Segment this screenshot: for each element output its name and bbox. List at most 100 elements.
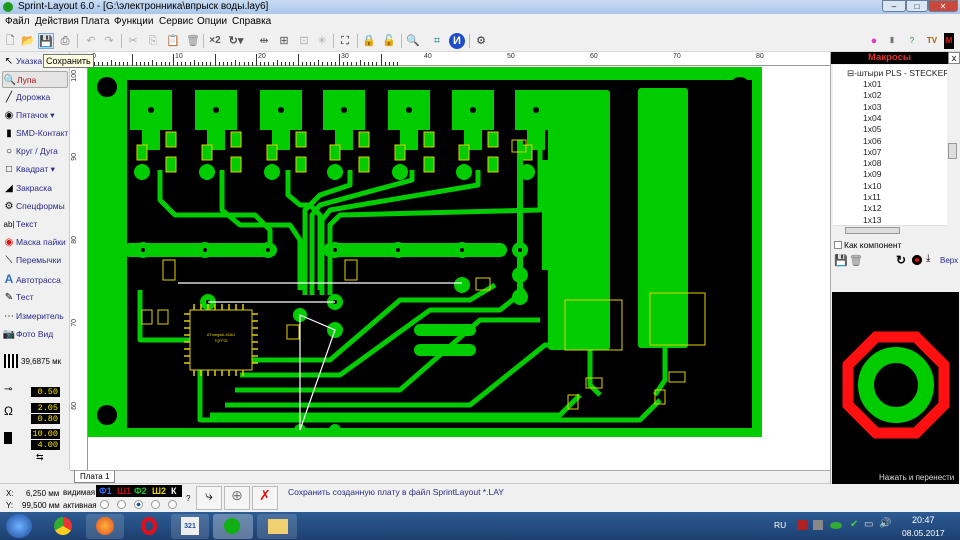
rotate-macro-icon[interactable]: ↻ (896, 253, 906, 267)
top-layer-icon[interactable]: ⤓ (926, 253, 930, 264)
pcb-canvas[interactable]: ATmega8-16AU TQFP32 (88, 66, 830, 470)
layer-f2[interactable]: Ф2 (134, 485, 147, 497)
active-layer-radio-sh1[interactable] (117, 500, 126, 509)
save-macro-icon[interactable]: 💾 (834, 254, 848, 267)
info-icon[interactable]: И (449, 33, 465, 49)
tray-ru-icon[interactable] (813, 520, 823, 530)
tool-fill[interactable]: ◢ Закраска (2, 180, 68, 197)
pad-center-icon[interactable]: ⊕ (224, 486, 250, 510)
swap-icon[interactable]: ⇆ (36, 452, 44, 463)
macro-item[interactable]: 1x07 (863, 147, 881, 157)
macro-item[interactable]: 1x10 (863, 181, 881, 191)
menu-service[interactable]: Сервис (159, 16, 193, 27)
macro-icon[interactable]: M (944, 33, 954, 49)
tool-photo-view[interactable]: 📷Фото Вид (2, 326, 68, 343)
explorer-icon[interactable] (268, 519, 288, 534)
tool-track[interactable]: ╱ Дорожка (2, 89, 68, 106)
chrome-icon[interactable] (54, 517, 72, 535)
lock-icon[interactable]: 🔒 (361, 33, 377, 49)
grid-value[interactable]: 39,6875 мк (21, 357, 61, 366)
tab-board-1[interactable]: Плата 1 (74, 471, 116, 483)
rubberband-off-icon[interactable]: ✗ (252, 486, 278, 510)
delete-macro-icon[interactable]: 🗑 (849, 254, 863, 267)
media-player-icon[interactable]: 321 (181, 517, 199, 535)
crop-icon[interactable]: ⌗ (429, 33, 445, 49)
undo-icon[interactable]: ↶ (83, 33, 99, 49)
pad-outer-field[interactable]: 2.05 (31, 403, 60, 413)
macros-close-button[interactable]: x (948, 52, 960, 64)
macro-item[interactable]: 1x01 (863, 79, 881, 89)
layer-help[interactable]: ? (186, 494, 190, 503)
macro-tree-hscrollbar[interactable] (833, 225, 947, 235)
print-icon[interactable]: ⎙ (57, 33, 73, 49)
help-icon[interactable]: ? (904, 33, 920, 49)
copy-icon[interactable]: ⎘ (145, 33, 161, 49)
as-component-checkbox[interactable] (834, 241, 842, 249)
group-icon[interactable]: ⊡ (296, 33, 312, 49)
gear-icon[interactable]: ⚙ (473, 33, 489, 49)
tool-autoroute[interactable]: A Автотрасса (2, 271, 68, 288)
menu-options[interactable]: Опции (197, 16, 227, 27)
layer-f1[interactable]: Ф1 (99, 485, 112, 497)
redo-icon[interactable]: ↷ (101, 33, 117, 49)
connection-mode-icon[interactable]: ⤷ (196, 486, 222, 510)
tray-app-icon[interactable] (797, 520, 807, 530)
menu-functions[interactable]: Функции (114, 16, 153, 27)
menu-actions[interactable]: Действия (35, 16, 79, 27)
new-icon[interactable]: 🗋 (2, 33, 18, 49)
usb-safe-remove-icon[interactable]: ✔ (850, 519, 858, 530)
menu-help[interactable]: Справка (232, 16, 271, 27)
volume-icon[interactable]: 🔊 (879, 518, 891, 529)
macro-item[interactable]: 1x08 (863, 158, 881, 168)
minimize-button[interactable]: – (882, 0, 906, 12)
tool-test[interactable]: ✎ Тест (2, 289, 68, 306)
active-layer-radio-f1[interactable] (100, 500, 109, 509)
smd-width-field[interactable]: 10.00 (31, 429, 60, 439)
tool-circle[interactable]: ○ Круг / Дуга (2, 143, 68, 160)
tree-group[interactable]: ⊟-штыри PLS - STECKER (847, 68, 947, 79)
macro-item[interactable]: 1x09 (863, 169, 881, 179)
paste-icon[interactable]: 📋 (165, 33, 181, 49)
tool-pad[interactable]: ◉ Пятачок ▾ (2, 107, 68, 124)
active-layer-radio-k[interactable] (168, 500, 177, 509)
tool-text[interactable]: ab| Текст (2, 216, 68, 233)
layer-sh2[interactable]: Ш2 (152, 485, 166, 497)
macro-item[interactable]: 1x04 (863, 113, 881, 123)
firefox-icon[interactable] (96, 517, 114, 535)
component-id-icon[interactable]: Ⅱ (884, 33, 900, 49)
language-indicator[interactable]: RU (774, 520, 786, 530)
menu-file[interactable]: Файл (5, 16, 30, 27)
macro-item[interactable]: 1x11 (863, 192, 881, 202)
macro-item[interactable]: 1x06 (863, 136, 881, 146)
delete-icon[interactable]: 🗑 (185, 33, 201, 49)
tool-square[interactable]: □ Квадрат ▾ (2, 161, 68, 178)
sprint-layout-taskbar-icon[interactable] (224, 518, 240, 534)
tool-special-shapes[interactable]: ⚙ Спецформы (2, 198, 68, 215)
macro-item[interactable]: 1x12 (863, 203, 881, 213)
open-icon[interactable]: 📂 (20, 33, 36, 49)
network-icon[interactable]: ▭ (864, 519, 873, 530)
tool-magnifier[interactable]: 🔍Лупа (2, 71, 68, 88)
active-layer-radio-f2[interactable] (134, 500, 143, 509)
start-button[interactable] (6, 514, 32, 538)
layer-k[interactable]: К (171, 485, 177, 497)
macro-item[interactable]: 1x05 (863, 124, 881, 134)
macro-item[interactable]: 1x03 (863, 102, 881, 112)
mirror-icon[interactable]: ⇹ (256, 33, 272, 49)
macro-tree-scrollbar[interactable] (947, 65, 959, 225)
pad-inner-field[interactable]: 0.80 (31, 414, 60, 424)
rotate-icon[interactable]: ↻▾ (228, 33, 244, 49)
macro-item[interactable]: 1x13 (863, 215, 881, 225)
record-icon[interactable] (912, 255, 922, 265)
duplicate-icon[interactable]: ×2 (206, 33, 224, 49)
clock-date[interactable]: 08.05.2017 (902, 528, 945, 538)
tool-smd[interactable]: ▮ SMD-Контакт (2, 125, 68, 142)
grid-icon[interactable] (4, 354, 18, 368)
opera-icon[interactable] (141, 517, 157, 535)
top-layer-label[interactable]: Верх (940, 256, 958, 265)
save-icon[interactable]: 💾 (38, 33, 54, 49)
unlock-icon[interactable]: 🔓 (381, 33, 397, 49)
zoom-icon[interactable]: 🔍 (405, 33, 421, 49)
pink-circle-icon[interactable]: ● (866, 33, 882, 49)
layer-sh1[interactable]: Ш1 (117, 485, 131, 497)
